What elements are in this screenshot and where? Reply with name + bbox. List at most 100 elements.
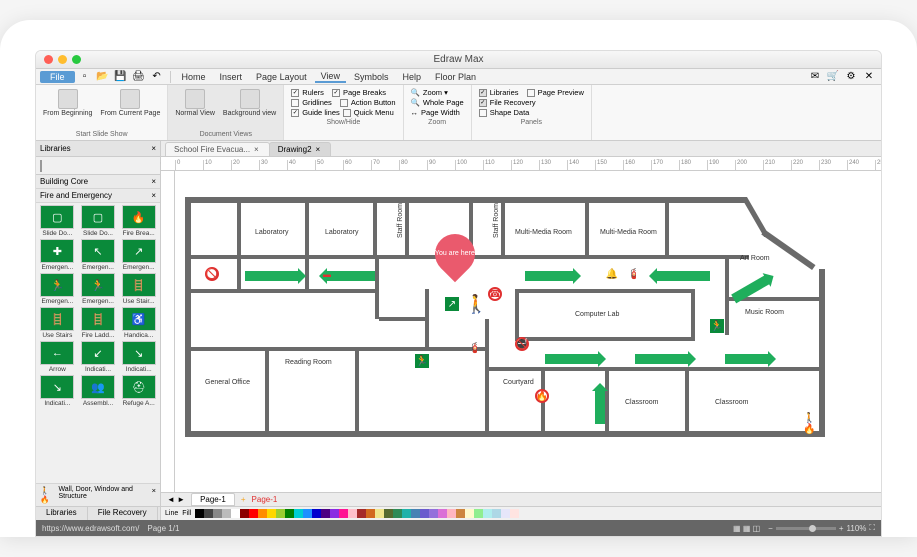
library-item[interactable]: ⛑Refuge A... bbox=[119, 375, 158, 407]
color-swatch[interactable] bbox=[366, 509, 375, 518]
color-swatch[interactable] bbox=[312, 509, 321, 518]
file-menu[interactable]: File bbox=[40, 71, 75, 83]
background-view-button[interactable]: Background view bbox=[220, 87, 279, 130]
color-swatch[interactable] bbox=[402, 509, 411, 518]
save-icon[interactable]: 💾 bbox=[114, 70, 128, 84]
library-item[interactable]: ↙Indicati... bbox=[79, 341, 118, 373]
menu-pagelayout[interactable]: Page Layout bbox=[250, 72, 313, 82]
library-item[interactable]: 🔥Fire Brea... bbox=[119, 205, 158, 237]
color-swatch[interactable] bbox=[447, 509, 456, 518]
color-swatch[interactable] bbox=[258, 509, 267, 518]
color-swatch[interactable] bbox=[492, 509, 501, 518]
drawing-canvas[interactable]: Laboratory Laboratory Staff Room Staff R… bbox=[175, 171, 881, 492]
color-swatch[interactable] bbox=[393, 509, 402, 518]
color-swatch[interactable] bbox=[438, 509, 447, 518]
menu-home[interactable]: Home bbox=[176, 72, 212, 82]
mail-icon[interactable]: ✉ bbox=[808, 70, 822, 84]
zoom-dropdown[interactable]: 🔍 Zoom ▾ bbox=[411, 88, 464, 97]
lib-section-building[interactable]: Building Core bbox=[40, 177, 88, 186]
library-item[interactable]: 🏃Emergen... bbox=[79, 273, 118, 305]
color-swatch[interactable] bbox=[195, 509, 204, 518]
color-swatch[interactable] bbox=[339, 509, 348, 518]
library-item[interactable]: 🪜Use Stair... bbox=[119, 273, 158, 305]
actionbutton-checkbox[interactable] bbox=[340, 99, 348, 107]
menu-symbols[interactable]: Symbols bbox=[348, 72, 395, 82]
add-page-icon[interactable]: + bbox=[241, 495, 246, 504]
color-swatch[interactable] bbox=[501, 509, 510, 518]
quickmenu-checkbox[interactable] bbox=[343, 109, 351, 117]
library-item[interactable]: 🏃Emergen... bbox=[38, 273, 77, 305]
color-swatch[interactable] bbox=[249, 509, 258, 518]
page-width-button[interactable]: ↔ Page Width bbox=[411, 108, 464, 117]
color-swatch[interactable] bbox=[285, 509, 294, 518]
library-item[interactable]: ↘Indicati... bbox=[119, 341, 158, 373]
open-icon[interactable]: 📂 bbox=[96, 70, 110, 84]
rulers-checkbox[interactable] bbox=[291, 89, 299, 97]
doc-tab-1[interactable]: School Fire Evacua...× bbox=[165, 142, 270, 156]
library-item[interactable]: ✚Emergen... bbox=[38, 239, 77, 271]
print-icon[interactable]: 🖨 bbox=[132, 70, 146, 84]
color-swatch[interactable] bbox=[240, 509, 249, 518]
lib-section-fire[interactable]: Fire and Emergency bbox=[40, 191, 112, 200]
library-item[interactable]: ←Arrow bbox=[38, 341, 77, 373]
whole-page-button[interactable]: 🔍 Whole Page bbox=[411, 98, 464, 107]
color-swatch[interactable] bbox=[429, 509, 438, 518]
color-swatch[interactable] bbox=[294, 509, 303, 518]
color-swatch[interactable] bbox=[321, 509, 330, 518]
color-swatch[interactable] bbox=[456, 509, 465, 518]
color-swatch[interactable] bbox=[510, 509, 519, 518]
settings-icon[interactable]: ⚙ bbox=[844, 70, 858, 84]
libraries-checkbox[interactable] bbox=[479, 89, 487, 97]
normal-view-button[interactable]: Normal View bbox=[172, 87, 218, 130]
color-swatch[interactable] bbox=[474, 509, 483, 518]
maximize-window-icon[interactable] bbox=[72, 55, 81, 64]
library-search-input[interactable] bbox=[46, 161, 156, 170]
tab-libraries[interactable]: Libraries bbox=[36, 507, 88, 520]
color-swatch[interactable] bbox=[357, 509, 366, 518]
shapedata-checkbox[interactable] bbox=[479, 109, 487, 117]
from-beginning-button[interactable]: From Beginning bbox=[40, 87, 95, 130]
page-tab[interactable]: Page-1 bbox=[191, 493, 235, 506]
library-picker-icon[interactable] bbox=[40, 160, 42, 172]
from-current-page-button[interactable]: From Current Page bbox=[97, 87, 163, 130]
doc-tab-2[interactable]: Drawing2× bbox=[269, 142, 331, 156]
pagepreview-checkbox[interactable] bbox=[527, 89, 535, 97]
new-icon[interactable]: ▫ bbox=[78, 70, 92, 84]
cart-icon[interactable]: 🛒 bbox=[826, 70, 840, 84]
library-item[interactable]: ▢Slide Do... bbox=[38, 205, 77, 237]
tab-filerecovery[interactable]: File Recovery bbox=[88, 507, 158, 520]
pagebreaks-checkbox[interactable] bbox=[332, 89, 340, 97]
undo-icon[interactable]: ↶ bbox=[150, 70, 164, 84]
color-swatch[interactable] bbox=[483, 509, 492, 518]
library-item[interactable]: ↖Emergen... bbox=[79, 239, 118, 271]
guidelines-checkbox[interactable] bbox=[291, 109, 299, 117]
close-icon[interactable]: ✕ bbox=[862, 70, 876, 84]
color-swatch[interactable] bbox=[330, 509, 339, 518]
menu-view[interactable]: View bbox=[315, 71, 346, 83]
library-item[interactable]: 👥Assembl... bbox=[79, 375, 118, 407]
library-item[interactable]: 🪜Use Stairs bbox=[38, 307, 77, 339]
library-item[interactable]: ▢Slide Do... bbox=[79, 205, 118, 237]
library-item[interactable]: ↗Emergen... bbox=[119, 239, 158, 271]
color-swatch[interactable] bbox=[231, 509, 240, 518]
menu-insert[interactable]: Insert bbox=[214, 72, 249, 82]
color-swatch[interactable] bbox=[267, 509, 276, 518]
library-item[interactable]: ♿Handica... bbox=[119, 307, 158, 339]
color-swatch[interactable] bbox=[222, 509, 231, 518]
color-swatch[interactable] bbox=[465, 509, 474, 518]
gridlines-checkbox[interactable] bbox=[291, 99, 299, 107]
menu-floorplan[interactable]: Floor Plan bbox=[429, 72, 482, 82]
color-swatch[interactable] bbox=[276, 509, 285, 518]
filerecovery-checkbox[interactable] bbox=[479, 99, 487, 107]
color-swatch[interactable] bbox=[213, 509, 222, 518]
close-window-icon[interactable] bbox=[44, 55, 53, 64]
color-swatch[interactable] bbox=[411, 509, 420, 518]
library-item[interactable]: ↘Indicati... bbox=[38, 375, 77, 407]
zoom-slider[interactable] bbox=[776, 527, 836, 530]
menu-help[interactable]: Help bbox=[396, 72, 427, 82]
color-swatch[interactable] bbox=[375, 509, 384, 518]
color-swatch[interactable] bbox=[384, 509, 393, 518]
color-swatch[interactable] bbox=[420, 509, 429, 518]
color-swatch[interactable] bbox=[303, 509, 312, 518]
color-swatch[interactable] bbox=[204, 509, 213, 518]
